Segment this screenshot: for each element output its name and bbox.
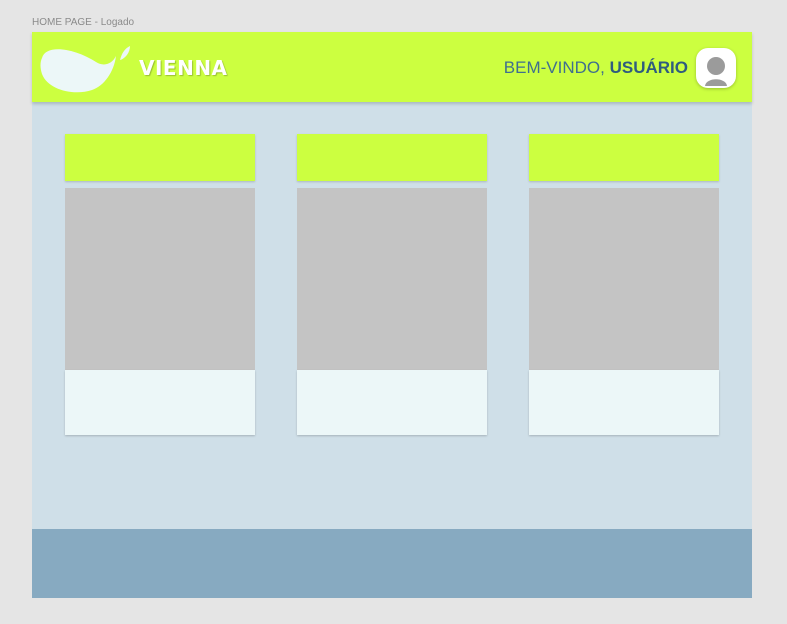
card-body (529, 370, 719, 435)
leaf-logo-icon[interactable] (40, 42, 130, 94)
card-3[interactable] (529, 134, 719, 435)
home-page-frame: VIENNA BEM-VINDO, USUÁRIO (32, 32, 752, 598)
card-2[interactable] (297, 134, 487, 435)
avatar-silhouette-icon (705, 57, 727, 86)
username[interactable]: USUÁRIO (610, 58, 688, 77)
card-body (65, 370, 255, 435)
frame-label: HOME PAGE - Logado (32, 17, 135, 28)
card-header (297, 134, 487, 181)
card-1[interactable] (65, 134, 255, 435)
top-header: VIENNA BEM-VINDO, USUÁRIO (32, 32, 752, 102)
page-footer (32, 529, 752, 598)
welcome-prefix: BEM-VINDO, (503, 58, 610, 77)
welcome-message: BEM-VINDO, USUÁRIO (504, 58, 688, 78)
card-image-placeholder (297, 188, 487, 370)
card-body (297, 370, 487, 435)
brand-name[interactable]: VIENNA (139, 56, 228, 80)
card-header (65, 134, 255, 181)
card-image-placeholder (65, 188, 255, 370)
user-avatar-icon[interactable] (696, 48, 736, 88)
card-image-placeholder (529, 188, 719, 370)
card-header (529, 134, 719, 181)
